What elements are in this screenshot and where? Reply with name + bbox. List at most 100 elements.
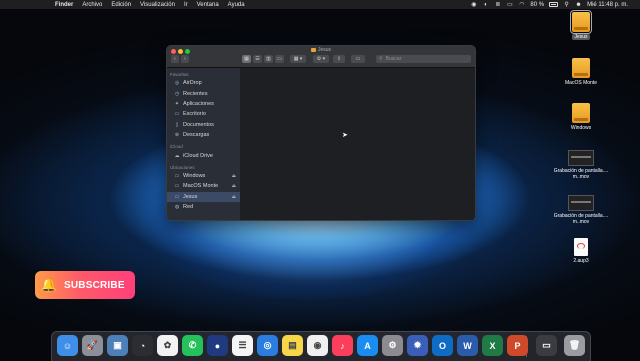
applications-icon: ✦ — [174, 100, 180, 107]
sidebar-item-escritorio[interactable]: ▭ Escritorio — [167, 109, 240, 119]
launchpad-icon[interactable]: 🚀 — [82, 335, 103, 356]
menu-ir[interactable]: Ir — [184, 2, 188, 8]
powerpoint-icon[interactable]: P — [507, 335, 528, 356]
safari-icon[interactable]: ◎ — [257, 335, 278, 356]
mouse-pointer-icon: ➤ — [342, 132, 348, 139]
sidebar-item-airdrop[interactable]: ◎ AirDrop — [167, 78, 240, 88]
movie-file-icon — [568, 195, 594, 211]
battery-percent: 80 % — [530, 1, 545, 8]
wifi-icon[interactable]: ◠ — [518, 2, 525, 8]
word-icon[interactable]: W — [457, 335, 478, 356]
search-field[interactable]: ⚲ Buscar — [376, 55, 471, 63]
search-icon[interactable]: ⚲ — [563, 2, 570, 8]
sidebar-item-jesus[interactable]: ▭ Jesus ⏏ — [167, 191, 240, 202]
sidebar-item-windows[interactable]: ▭ Windows ⏏ — [167, 171, 240, 181]
sidebar-section-icloud: iCloud — [170, 144, 183, 150]
status-area: ◉ ◐ ≣ ▭ ◠ 80 % ⚲ ☻ Mié 11:48 p. m. — [470, 0, 628, 9]
finder-content-area[interactable]: ➤ — [240, 68, 475, 220]
circle-icon[interactable]: ◐ — [482, 2, 489, 8]
sidebar-section-favoritos: Favoritos — [170, 72, 189, 77]
outlook-icon[interactable]: O — [432, 335, 453, 356]
menu-clock[interactable]: Mié 11:48 p. m. — [587, 2, 628, 8]
subscribe-label: SUBSCRIBE — [64, 279, 125, 291]
display-icon[interactable]: ▭ — [506, 2, 513, 8]
tags-button[interactable]: ▭ — [351, 55, 365, 63]
subscribe-button[interactable]: 🔔 SUBSCRIBE — [35, 271, 135, 299]
desktop-item-aup3[interactable]: 2.aup3 — [553, 238, 609, 264]
system-preferences-icon[interactable]: ⚙ — [382, 335, 403, 356]
menu-archivo[interactable]: Archivo — [82, 2, 102, 8]
menu-ayuda[interactable]: Ayuda — [228, 2, 245, 8]
sidebar-item-recientes[interactable]: ◷ Recientes — [167, 88, 240, 98]
record-icon[interactable]: ◉ — [470, 2, 477, 8]
finder-window: Jesus ‹ › ▦ ☰ ▥ ▭ ▦ ▾ ⚙ ▾ ⇪ ▭ ⚲ Buscar Fa… — [166, 45, 476, 221]
apple-menu-icon[interactable] — [39, 1, 47, 9]
eject-icon[interactable]: ⏏ — [232, 194, 236, 200]
excel-icon[interactable]: X — [482, 335, 503, 356]
view-gallery-button[interactable]: ▭ — [275, 55, 284, 63]
view-icons-button[interactable]: ▦ — [242, 55, 251, 63]
drive-icon: ▭ — [174, 172, 180, 179]
activity-monitor-icon[interactable]: ◔ — [132, 335, 153, 356]
notes-icon[interactable]: ▤ — [282, 335, 303, 356]
sidebar-item-red[interactable]: ◍ Red — [167, 202, 240, 212]
eject-icon[interactable]: ⏏ — [232, 173, 236, 179]
folder-icon — [310, 47, 316, 52]
chrome-icon[interactable]: ◉ — [307, 335, 328, 356]
audacity-file-icon — [574, 238, 588, 256]
view-list-button[interactable]: ☰ — [253, 55, 262, 63]
share-button[interactable]: ⇪ — [333, 55, 345, 63]
control-center-icon[interactable]: ≣ — [494, 2, 501, 8]
dock: ☺ 🚀 ▣ ◔ ✿ ✆ ● ☰ ◎ ▤ ◉ ♪ A ⚙ ✹ O W X P ▭ 🗑 — [51, 331, 591, 361]
screen-recording-icon[interactable]: ▭ — [536, 335, 557, 356]
preview-icon[interactable]: ▣ — [107, 335, 128, 356]
sidebar-item-icloud-drive[interactable]: ☁ iCloud Drive — [167, 150, 240, 160]
sidebar-item-descargas[interactable]: ⊕ Descargas — [167, 130, 240, 140]
app-store-icon[interactable]: A — [357, 335, 378, 356]
cloud-icon: ☁ — [174, 152, 180, 159]
menu-bar: Finder Archivo Edición Visualización Ir … — [0, 0, 640, 9]
airdrop-icon: ◎ — [174, 80, 180, 87]
document-icon: ▯ — [175, 121, 179, 128]
menu-visualizacion[interactable]: Visualización — [140, 2, 175, 8]
paint-icon[interactable]: ● — [207, 335, 228, 356]
action-gear-button[interactable]: ⚙ ▾ — [313, 55, 329, 63]
desktop-item-jesus[interactable]: Jesus — [553, 10, 609, 40]
trash-icon[interactable]: 🗑 — [564, 335, 585, 356]
reminders-icon[interactable]: ☰ — [232, 335, 253, 356]
desktop-item-recording-1[interactable]: Grabación de pantalla.... m..mov — [553, 150, 609, 180]
desktop-item-recording-2[interactable]: Grabación de pantalla.... m..mov — [553, 195, 609, 225]
menu-edicion[interactable]: Edición — [111, 2, 131, 8]
forward-button[interactable]: › — [181, 55, 189, 63]
desktop-icon: ▭ — [174, 111, 180, 118]
photos-icon[interactable]: ✿ — [157, 335, 178, 356]
sidebar-section-ubicaciones: Ubicaciones — [170, 164, 195, 170]
group-button[interactable]: ▦ ▾ — [290, 55, 306, 63]
drive-icon — [572, 58, 590, 78]
menu-finder[interactable]: Finder — [55, 2, 73, 8]
desktop-item-windows[interactable]: Windows — [553, 103, 609, 131]
sidebar-item-documentos[interactable]: ▯ Documentos — [167, 120, 240, 130]
sidebar-item-macos-monte[interactable]: ▭ MacOS Monte ⏏ — [167, 181, 240, 191]
finder-icon[interactable]: ☺ — [57, 335, 78, 356]
movie-file-icon — [568, 150, 594, 166]
drive-icon — [570, 10, 592, 34]
desktop-item-macos-monte[interactable]: MacOS Monte — [553, 58, 609, 86]
back-button[interactable]: ‹ — [171, 55, 179, 63]
bell-icon: 🔔 — [40, 277, 58, 292]
eject-icon[interactable]: ⏏ — [232, 183, 236, 189]
clock-icon: ◷ — [174, 90, 180, 97]
battery-icon[interactable] — [549, 2, 559, 7]
finder-sidebar: Favoritos ◎ AirDrop ◷ Recientes ✦ Aplicacio… — [167, 68, 240, 220]
network-icon: ◍ — [174, 204, 180, 211]
user-icon[interactable]: ☻ — [575, 2, 582, 8]
whatsapp-icon[interactable]: ✆ — [182, 335, 203, 356]
settings-gear-icon[interactable]: ✹ — [407, 335, 428, 356]
sidebar-item-aplicaciones[interactable]: ✦ Aplicaciones — [167, 99, 240, 109]
menu-ventana[interactable]: Ventana — [197, 2, 219, 8]
view-columns-button[interactable]: ▥ — [264, 55, 273, 63]
drive-icon: ▭ — [174, 183, 180, 190]
drive-icon — [572, 103, 590, 123]
drive-icon: ▭ — [174, 193, 180, 200]
music-icon[interactable]: ♪ — [332, 335, 353, 356]
